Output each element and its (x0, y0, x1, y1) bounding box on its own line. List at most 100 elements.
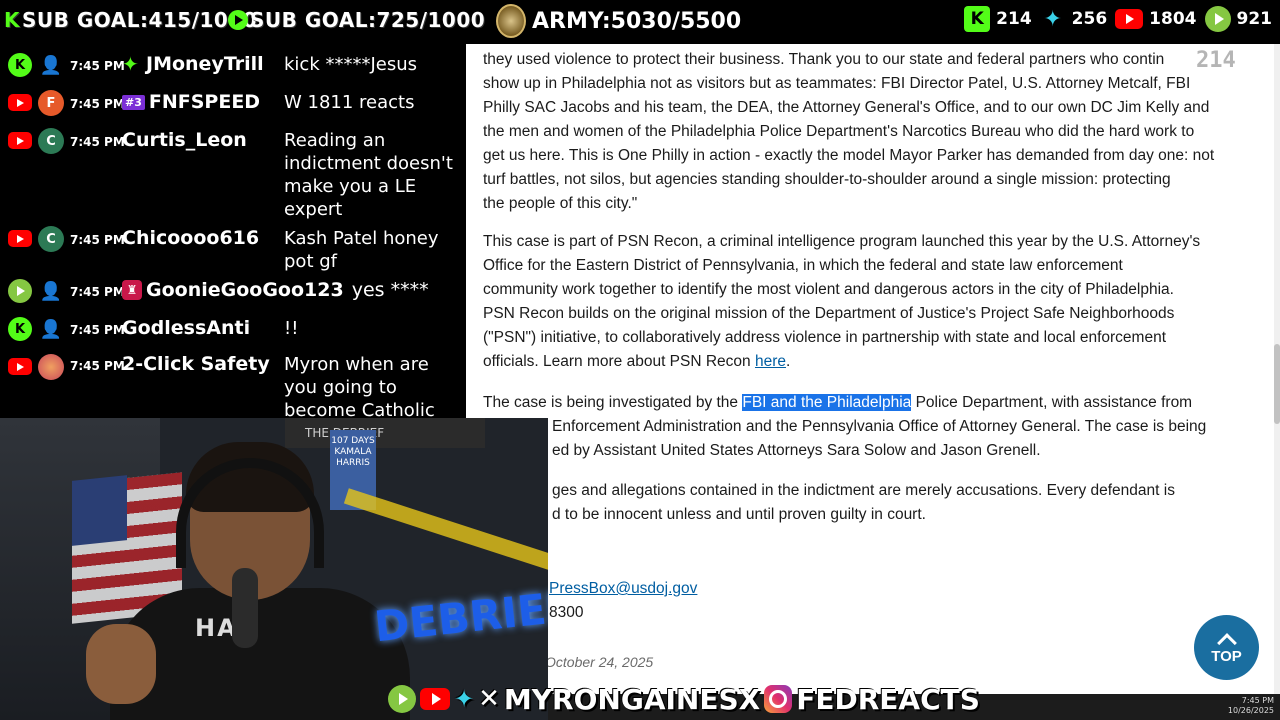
neon-sign: DEBRIEF (371, 581, 548, 652)
chat-text: kick *****Jesus (284, 54, 418, 75)
taskbar-clock[interactable]: 7:45 PM 10/26/2025 (1228, 696, 1274, 716)
psn-recon-link[interactable]: here (755, 353, 786, 370)
kick-viewers: K 214 (964, 6, 1032, 32)
rumble-icon (388, 685, 416, 713)
youtube-icon (8, 94, 32, 111)
instagram-icon (764, 685, 793, 713)
contact-phone: 8300 (549, 604, 584, 621)
army-badge-icon (496, 4, 526, 38)
paragraph-investigation: The case is being investigated by the FB… (483, 394, 1193, 411)
chat-time: 7:45 PM (70, 59, 125, 73)
kick-icon: K (4, 8, 20, 32)
taskbar-time: 7:45 PM (1241, 696, 1274, 705)
stream-overlay-topbar: K SUB GOAL:415/1000 SUB GOAL:725/1000 AR… (0, 0, 1280, 44)
youtube-icon (8, 358, 32, 375)
kick-sub-goal: K SUB GOAL:415/1000 (4, 8, 257, 32)
user-icon: 👤 (39, 280, 63, 302)
rumble-icon (1204, 6, 1231, 32)
youtube-icon (420, 688, 450, 710)
wing-icon: ✦ (1043, 6, 1062, 32)
user-icon: 👤 (39, 54, 63, 76)
kick-viewer-count: 214 (996, 9, 1032, 29)
army-goal: ARMY:5030/5500 (496, 4, 741, 38)
chat-message: 7:45 PM 2-Click Safety Myron when are yo… (0, 348, 466, 420)
youtube-viewers: 1804 (1115, 9, 1197, 29)
chat-username: GodlessAnti (122, 317, 250, 339)
chat-text: Kash Patel honey pot gf (284, 228, 439, 272)
rumble-badge-icon: ♜ (122, 280, 142, 300)
back-to-top-button[interactable]: TOP (1194, 615, 1259, 680)
chat-text: yes **** (351, 279, 429, 301)
avatar: F (38, 90, 64, 116)
chat-username: ♜ GoonieGooGoo123 yes **** (122, 279, 429, 301)
chat-text: Myron when are you going to become Catho… (284, 354, 435, 420)
chat-text: !! (284, 318, 299, 339)
army-goal-text: ARMY:5030/5500 (532, 8, 742, 34)
paragraph-quote: they used violence to protect their busi… (483, 51, 1215, 212)
chat-username-text: JMoneyTrill (146, 53, 264, 75)
youtube-icon (8, 132, 32, 149)
chat-username: ✦ JMoneyTrill (122, 53, 264, 75)
x-icon: ✕ (478, 684, 500, 714)
chat-time: 7:45 PM (70, 323, 125, 337)
browser-page[interactable]: they used violence to protect their busi… (466, 44, 1280, 694)
youtube-icon (1115, 9, 1144, 29)
chat-time: 7:45 PM (70, 97, 125, 111)
chat-time: 7:45 PM (70, 135, 125, 149)
chat-time: 7:45 PM (70, 285, 125, 299)
kick-sub-goal-text: SUB GOAL:415/1000 (22, 8, 258, 32)
chat-text: W 1811 reacts (284, 92, 415, 113)
kick-icon: K (8, 317, 32, 341)
chat-text: Reading an indictment doesn't make you a… (284, 130, 453, 220)
rumble-icon (8, 279, 32, 303)
youtube-viewer-count: 1804 (1149, 9, 1197, 29)
user-icon: 👤 (39, 318, 63, 340)
paragraph-investigation-cont: Enforcement Administration and the Penns… (552, 418, 1207, 459)
rumble-sub-goal-text: SUB GOAL:725/1000 (250, 8, 486, 32)
paragraph-psn-recon: This case is part of PSN Recon, a crimin… (483, 233, 1201, 370)
streamer-hand (86, 624, 156, 704)
youtube-icon (8, 230, 32, 247)
taskbar-date: 10/26/2025 (1227, 706, 1274, 715)
avatar: C (38, 226, 64, 252)
chat-username-text: Chicoooo616 (122, 227, 260, 249)
rumble-icon (228, 10, 248, 30)
rumble-viewers: 921 (1204, 6, 1273, 32)
avatar: C (38, 128, 64, 154)
kick-icon: K (964, 6, 991, 32)
chat-message: 👤 7:45 PM ♜ GoonieGooGoo123 yes **** (0, 274, 466, 308)
social-handles-bar: ✦ ✕ MYRONGAINESX FEDREACTS (388, 682, 980, 716)
chat-message: F 7:45 PM #3 FNFSPEED W 1811 reacts (0, 86, 466, 120)
avatar (38, 354, 64, 380)
paragraph-allegations: ges and allegations contained in the ind… (552, 482, 1175, 523)
rumble-viewer-count: 921 (1236, 9, 1273, 29)
instagram-handle: FEDREACTS (796, 682, 980, 716)
webcam-feed: THE DEBRIEF 107 DAYS KAMALA HARRIS HAX D… (0, 418, 548, 720)
page-scrollbar[interactable] (1274, 44, 1280, 694)
scrollbar-thumb[interactable] (1274, 344, 1280, 424)
chat-message: K 👤 7:45 PM GodlessAnti !! (0, 312, 466, 346)
chat-username: Curtis_Leon (122, 129, 247, 151)
release-date: October 24, 2025 (545, 654, 654, 670)
chat-username: #3 FNFSPEED (122, 91, 260, 113)
chat-username-text: 2-Click Safety (122, 353, 270, 375)
kick-icon: K (8, 53, 32, 77)
chat-username-text: FNFSPEED (148, 91, 261, 113)
caution-tape (343, 488, 548, 584)
chat-time: 7:45 PM (70, 233, 125, 247)
crown-badge-icon: #3 (122, 94, 145, 110)
stream-watermark: 214 (1196, 48, 1236, 73)
contact-email-line: PressBox@usdoj.gov (549, 577, 849, 601)
x-handle: MYRONGAINESX (503, 682, 761, 716)
chat-username: Chicoooo616 (122, 227, 259, 249)
wall-banner: THE DEBRIEF (285, 418, 485, 448)
chat-username-text: GoonieGooGoo123 (146, 279, 344, 301)
wing-icon: ✦ (454, 685, 475, 713)
selected-text[interactable]: FBI and the Philadelphia (742, 394, 912, 411)
chat-username: 2-Click Safety (122, 353, 270, 375)
contact-email-link[interactable]: PressBox@usdoj.gov (549, 580, 697, 597)
chat-username-text: GodlessAnti (122, 317, 251, 339)
wing-viewers: ✦ 256 (1040, 6, 1107, 32)
flag-canton (72, 475, 127, 546)
chat-time: 7:45 PM (70, 359, 125, 373)
